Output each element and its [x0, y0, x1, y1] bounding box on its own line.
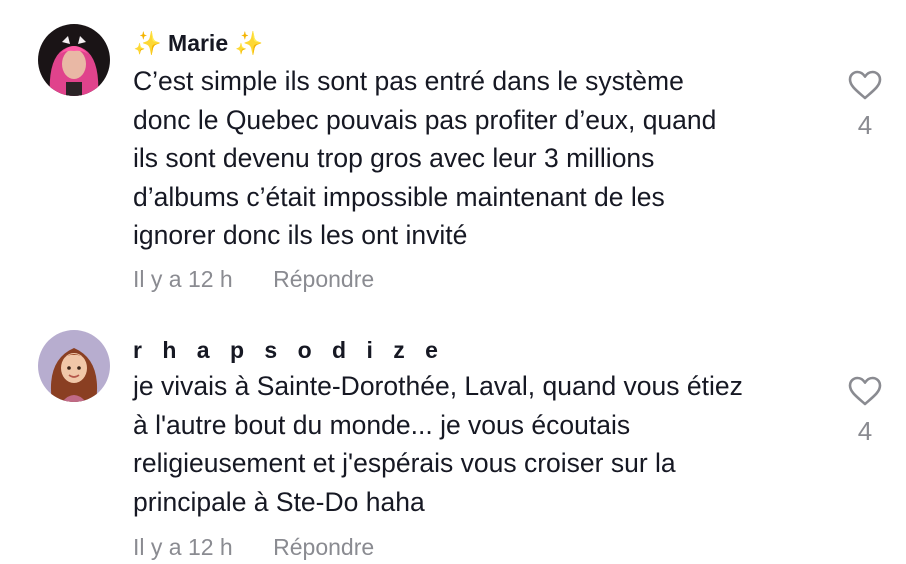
comment-line: je vivais à Sainte-Dorothée, Laval, quan… [133, 371, 743, 401]
avatar[interactable] [38, 24, 110, 96]
like-count: 4 [857, 416, 873, 446]
like-count: 4 [857, 110, 873, 140]
username-text: Marie [168, 30, 229, 56]
avatar[interactable] [38, 330, 110, 402]
reply-button[interactable]: Répondre [273, 266, 374, 292]
comment-timestamp: Il y a 12 h [133, 534, 233, 560]
comment-timestamp: Il y a 12 h [133, 266, 233, 292]
comment-text: C’est simple ils sont pas entré dans le … [133, 62, 823, 255]
comment-line: à l'autre bout du monde... je vous écout… [133, 409, 631, 440]
comment-line: religieusement et j'espérais vous croise… [133, 448, 676, 478]
comment-text: je vivais à Sainte-Dorothée, Laval, quan… [133, 367, 823, 521]
comment-username[interactable]: r h a p s o d i z e [133, 337, 445, 364]
sparkles-icon: ✨ [234, 30, 264, 56]
comment-line: C’est simple ils sont pas entré dans le … [133, 66, 684, 96]
comment-line: donc le Quebec pouvais pas profiter d’eu… [133, 104, 717, 135]
like-button[interactable]: 4 [846, 70, 884, 141]
comment-meta: Il y a 12 h Répondre [133, 266, 374, 293]
comment-line: principale à Ste-Do haha [133, 486, 425, 517]
comment-line: ils sont devenu trop gros avec leur 3 mi… [133, 143, 655, 173]
heart-outline-icon [848, 376, 882, 406]
heart-outline-icon [848, 70, 882, 100]
sparkles-icon: ✨ [133, 30, 162, 56]
comment-item: r h a p s o d i z e je vivais à Sainte-D… [0, 310, 906, 564]
comment-line: ignorer donc ils les ont invité [133, 220, 468, 250]
comment-line: d’albums c’était impossible maintenant d… [133, 181, 665, 212]
comment-item: ✨ Marie ✨ C’est simple ils sont pas entr… [0, 0, 906, 310]
comment-username[interactable]: ✨ Marie ✨ [133, 30, 263, 57]
reply-button[interactable]: Répondre [273, 534, 374, 560]
like-button[interactable]: 4 [846, 376, 884, 447]
username-text: r h a p s o d i z e [133, 337, 445, 363]
comment-meta: Il y a 12 h Répondre [133, 534, 374, 561]
